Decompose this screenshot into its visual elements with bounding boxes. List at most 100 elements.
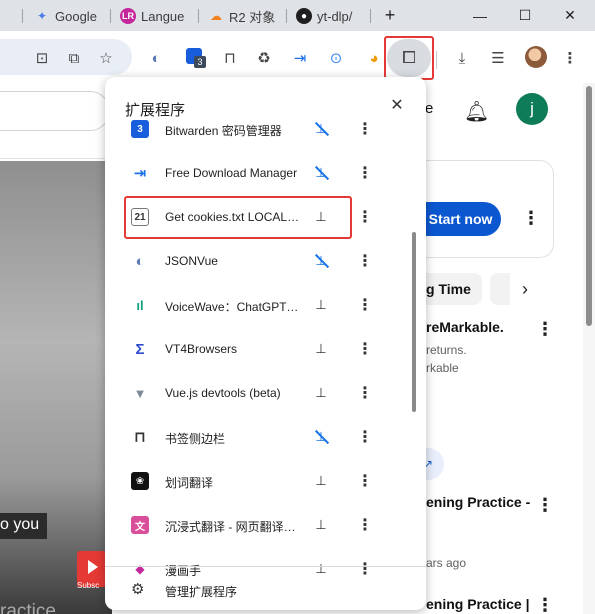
extension-row[interactable]: ıl VoiceWave：ChatGPT Voice Control ⊥ ⋮ [105, 285, 415, 329]
extension-name: 书签侧边栏 [165, 432, 226, 446]
popup-scrollbar[interactable] [412, 232, 416, 412]
filter-chip[interactable]: g Time [426, 273, 482, 305]
more-options-icon[interactable]: ⋮ [357, 426, 373, 448]
unpinned-icon[interactable]: ⊥ [312, 427, 330, 447]
bookmark-icon: ⊓ [134, 429, 146, 446]
more-icon[interactable]: ⋮ [522, 208, 540, 229]
extension-row[interactable]: ▼ Vue.js devtools (beta) ⊥ ⋮ [105, 373, 415, 417]
clock-icon[interactable]: ◕ [364, 48, 384, 68]
more-options-icon[interactable]: ⋮ [357, 162, 373, 184]
maximize-button[interactable]: ☐ [505, 0, 545, 31]
pin-icon[interactable]: ⊥ [312, 295, 330, 315]
unpinned-icon[interactable]: ⊥ [312, 251, 330, 271]
browser-toolbar: ⊡ ⧉ ☆ ◐ 3 ⊓ ♻ ⇥ ⊙ ◕ ⧠ ⤓ ☰ ⋮ [0, 31, 595, 83]
voicewave-icon: ıl [136, 297, 144, 313]
extension-row[interactable]: ❀ 划词翻译 ⊥ ⋮ [105, 461, 415, 505]
more-options-icon[interactable]: ⋮ [357, 514, 373, 536]
pin-icon[interactable]: ⊥ [312, 515, 330, 535]
menu-icon[interactable]: ⋮ [560, 48, 580, 68]
more-options-icon[interactable]: ⋮ [357, 250, 373, 272]
manage-extensions-button[interactable]: ⚙ 管理扩展程序 [105, 573, 415, 607]
extension-row[interactable]: ⇥ Free Download Manager ⊥ ⋮ [105, 153, 415, 197]
toolbar-divider [436, 51, 437, 69]
unpinned-icon[interactable]: ⊥ [312, 119, 330, 139]
bitwarden-icon: 3 [131, 120, 149, 138]
extension-name: Free Download Manager [165, 166, 298, 180]
pin-icon[interactable]: ⊥ [312, 471, 330, 491]
extension-row[interactable]: 文 沉浸式翻译 - 网页翻译插件 ⊥ ⋮ [105, 505, 415, 549]
cloudflare-icon: ☁ [210, 9, 222, 23]
start-now-button[interactable]: Start now [420, 202, 501, 236]
install-app-icon[interactable]: ⊡ [32, 48, 52, 68]
translate-icon[interactable]: ⧉ [64, 48, 84, 68]
jsonvue-icon: ◐ [135, 252, 145, 270]
page-avatar[interactable]: j [516, 93, 548, 125]
lr-logo-icon: LR [120, 8, 136, 24]
video-player[interactable]: o you Subsc ractice ⚙ ▭ ⛶ [0, 161, 112, 614]
fdm-toolbar-icon[interactable]: ⇥ [290, 48, 310, 68]
more-options-icon[interactable]: ⋮ [357, 338, 373, 360]
highlight-box [124, 196, 352, 239]
recycle-icon[interactable]: ♻ [254, 48, 274, 68]
close-window-button[interactable]: ✕ [550, 0, 590, 31]
extensions-highlight-box [384, 36, 434, 80]
manage-extensions-label: 管理扩展程序 [165, 585, 238, 599]
tab-separator [22, 9, 23, 23]
more-icon[interactable]: ⋮ [536, 319, 554, 340]
more-options-icon[interactable]: ⋮ [357, 470, 373, 492]
github-icon: ● [296, 8, 312, 24]
more-icon[interactable]: ⋮ [536, 595, 554, 614]
tab-ytdlp[interactable]: ● yt-dlp/ [290, 4, 362, 28]
bitwarden-toolbar-icon[interactable]: 3 [186, 48, 206, 68]
pin-icon[interactable]: ⊥ [312, 339, 330, 359]
more-options-icon[interactable]: ⋮ [357, 118, 373, 140]
tab-label: yt-dlp/ [317, 8, 353, 24]
download-icon[interactable]: ⤓ [452, 48, 472, 68]
extension-row[interactable]: 3 Bitwarden 密码管理器 ⊥ ⋮ [105, 109, 415, 153]
more-options-icon[interactable]: ⋮ [357, 382, 373, 404]
extension-row[interactable]: Σ VT4Browsers ⊥ ⋮ [105, 329, 415, 373]
tab-partial[interactable] [0, 4, 20, 28]
search-extension-icon[interactable]: ⊙ [326, 48, 346, 68]
extension-name: Vue.js devtools (beta) [165, 386, 281, 400]
tab-google[interactable]: ✦ Google [28, 4, 100, 28]
gear-icon: ⚙ [131, 581, 145, 598]
bookmark-star-icon[interactable]: ☆ [96, 48, 116, 68]
divider [0, 158, 120, 159]
pin-icon[interactable]: ⊥ [312, 383, 330, 403]
media-queue-icon[interactable]: ☰ [488, 48, 508, 68]
extension-row[interactable]: ⊓ 书签侧边栏 ⊥ ⋮ [105, 417, 415, 461]
extensions-popup: 扩展程序 ✕ 3Bitwarden 密码管理器⊥⋮⇥Free Download … [105, 77, 426, 610]
profile-avatar[interactable] [525, 46, 547, 68]
fdm-icon: ⇥ [133, 165, 147, 182]
huaci-icon: ❀ [131, 472, 149, 490]
unpinned-icon[interactable]: ⊥ [312, 163, 330, 183]
vue-icon: ▼ [133, 385, 147, 401]
bell-icon[interactable]: 🔔︎ [464, 99, 489, 124]
tab-label: R2 对象 [229, 9, 276, 25]
jsonvue-toolbar-icon[interactable]: ◐ [146, 48, 166, 68]
tab-label: Google [55, 8, 97, 24]
page-scrollbar-thumb[interactable] [586, 86, 592, 326]
new-tab-button[interactable]: + [370, 0, 410, 31]
extension-name: 沉浸式翻译 - 网页翻译插件 [165, 520, 300, 534]
extension-row[interactable]: ◐ JSONVue ⊥ ⋮ [105, 241, 415, 285]
more-icon[interactable]: ⋮ [536, 495, 554, 516]
minimize-button[interactable]: — [460, 0, 500, 31]
tab-langue[interactable]: LR Langue [114, 4, 192, 28]
video-title[interactable]: ening Practice | [426, 596, 530, 612]
video-meta: ars ago [426, 556, 467, 570]
chevron-right-icon[interactable]: › [522, 279, 528, 300]
page-search-box[interactable] [0, 91, 110, 131]
divider [105, 566, 426, 567]
filter-chip[interactable] [490, 273, 510, 305]
bookmark-icon[interactable]: ⊓ [220, 48, 240, 68]
more-options-icon[interactable]: ⋮ [357, 206, 373, 228]
video-meta: rkable [426, 361, 459, 375]
video-title[interactable]: ening Practice - [426, 494, 530, 510]
tab-r2[interactable]: ☁ R2 对象 [202, 4, 280, 28]
immersive-translate-icon: 文 [131, 516, 149, 534]
video-title[interactable]: reMarkable. [426, 319, 504, 335]
video-watermark: ractice [0, 601, 56, 614]
more-options-icon[interactable]: ⋮ [357, 294, 373, 316]
